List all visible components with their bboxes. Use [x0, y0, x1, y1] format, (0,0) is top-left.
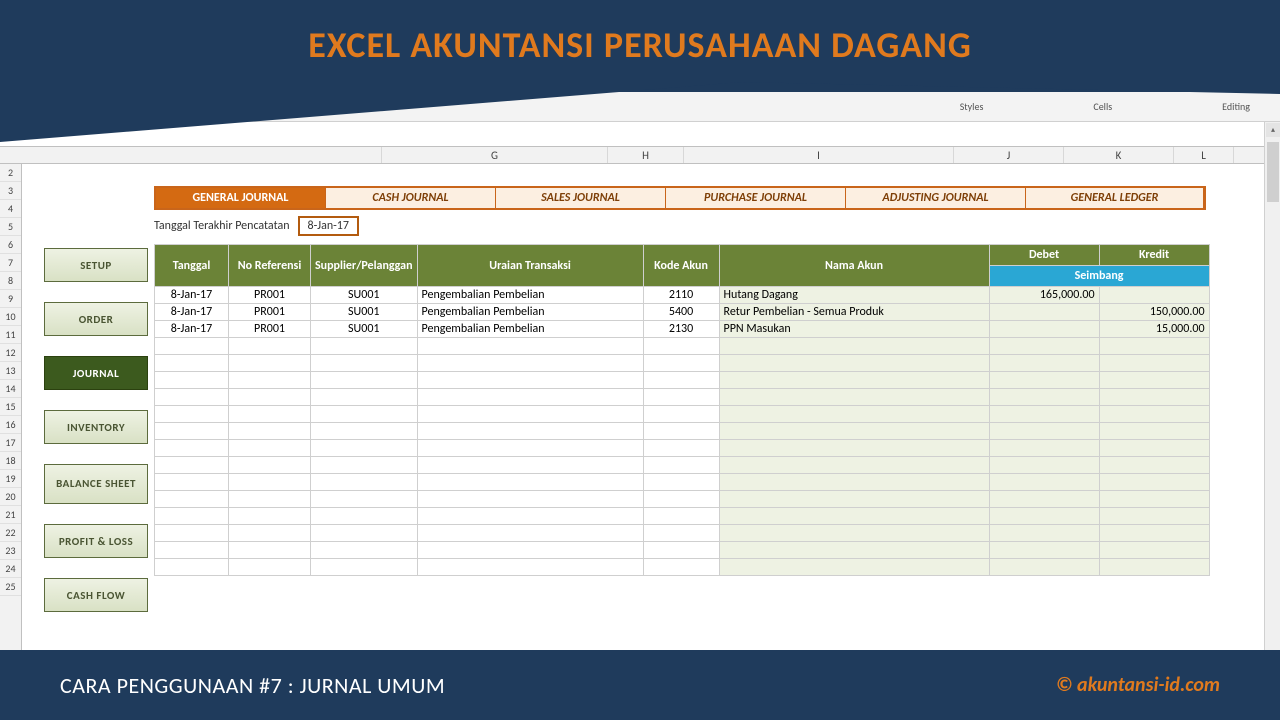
- table-row[interactable]: [155, 338, 1210, 355]
- tab-general-journal[interactable]: GENERAL JOURNAL: [156, 188, 326, 208]
- nav-balance-sheet-button[interactable]: BALANCE SHEET: [44, 464, 148, 504]
- general-journal-table[interactable]: TanggalNo ReferensiSupplier/PelangganUra…: [154, 244, 1210, 576]
- footer-bar: CARA PENGGUNAAN #7 : JURNAL UMUM © akunt…: [0, 650, 1280, 720]
- row-header[interactable]: 23: [0, 542, 21, 560]
- col-header[interactable]: J: [954, 147, 1064, 163]
- row-header[interactable]: 18: [0, 452, 21, 470]
- ribbon-group-label: Editing: [1222, 100, 1250, 113]
- col-header[interactable]: L: [1174, 147, 1234, 163]
- col-header[interactable]: G: [382, 147, 608, 163]
- row-header[interactable]: 6: [0, 236, 21, 254]
- page-title: EXCEL AKUNTANSI PERUSAHAAN DAGANG: [0, 0, 1280, 90]
- table-row[interactable]: [155, 440, 1210, 457]
- nav-inventory-button[interactable]: INVENTORY: [44, 410, 148, 444]
- last-date-label: Tanggal Terakhir Pencatatan: [154, 219, 290, 233]
- table-row[interactable]: [155, 355, 1210, 372]
- row-header[interactable]: 21: [0, 506, 21, 524]
- worksheet-area[interactable]: SETUP ORDER JOURNAL INVENTORY BALANCE SHEET P…: [22, 164, 1280, 650]
- row-header[interactable]: 25: [0, 578, 21, 596]
- tab-sales-journal[interactable]: SALES JOURNAL: [496, 188, 666, 208]
- table-row[interactable]: [155, 542, 1210, 559]
- nav-cash-flow-button[interactable]: CASH FLOW: [44, 578, 148, 612]
- row-header[interactable]: 17: [0, 434, 21, 452]
- table-row[interactable]: [155, 559, 1210, 576]
- footer-caption: CARA PENGGUNAAN #7 : JURNAL UMUM: [60, 672, 445, 699]
- row-header[interactable]: 3: [0, 182, 21, 200]
- nav-journal-button[interactable]: JOURNAL: [44, 356, 148, 390]
- row-header[interactable]: 9: [0, 290, 21, 308]
- table-row[interactable]: [155, 372, 1210, 389]
- excel-window: Styles Cells Editing G H I J K L 2345678…: [0, 92, 1280, 650]
- scroll-up-icon[interactable]: ▴: [1266, 123, 1280, 137]
- table-row[interactable]: [155, 491, 1210, 508]
- footer-credit: © akuntansi-id.com: [1056, 673, 1220, 697]
- tab-cash-journal[interactable]: CASH JOURNAL: [326, 188, 496, 208]
- table-row[interactable]: [155, 508, 1210, 525]
- table-row[interactable]: [155, 474, 1210, 491]
- column-headers-row[interactable]: G H I J K L: [0, 146, 1280, 164]
- table-row[interactable]: 8-Jan-17PR001SU001Pengembalian Pembelian…: [155, 304, 1210, 321]
- tab-purchase-journal[interactable]: PURCHASE JOURNAL: [666, 188, 846, 208]
- row-header[interactable]: 11: [0, 326, 21, 344]
- ribbon-group-label: Cells: [1093, 100, 1112, 113]
- table-row[interactable]: [155, 389, 1210, 406]
- journal-tab-strip: GENERAL JOURNALCASH JOURNALSALES JOURNAL…: [154, 186, 1206, 210]
- row-header[interactable]: 7: [0, 254, 21, 272]
- row-header[interactable]: 14: [0, 380, 21, 398]
- col-header[interactable]: K: [1064, 147, 1174, 163]
- last-record-date-row: Tanggal Terakhir Pencatatan 8-Jan-17: [154, 216, 359, 236]
- table-row[interactable]: [155, 525, 1210, 542]
- row-header[interactable]: 8: [0, 272, 21, 290]
- row-header[interactable]: 5: [0, 218, 21, 236]
- row-header[interactable]: 10: [0, 308, 21, 326]
- row-header[interactable]: 24: [0, 560, 21, 578]
- nav-profit-loss-button[interactable]: PROFIT & LOSS: [44, 524, 148, 558]
- table-row[interactable]: 8-Jan-17PR001SU001Pengembalian Pembelian…: [155, 321, 1210, 338]
- table-row[interactable]: [155, 406, 1210, 423]
- row-header[interactable]: 13: [0, 362, 21, 380]
- row-header[interactable]: 22: [0, 524, 21, 542]
- row-header[interactable]: 12: [0, 344, 21, 362]
- last-date-value[interactable]: 8-Jan-17: [298, 216, 359, 236]
- nav-setup-button[interactable]: SETUP: [44, 248, 148, 282]
- row-header[interactable]: 16: [0, 416, 21, 434]
- row-header[interactable]: 15: [0, 398, 21, 416]
- tab-general-ledger[interactable]: GENERAL LEDGER: [1026, 188, 1204, 208]
- table-row[interactable]: 8-Jan-17PR001SU001Pengembalian Pembelian…: [155, 287, 1210, 304]
- row-header[interactable]: 20: [0, 488, 21, 506]
- row-header[interactable]: 4: [0, 200, 21, 218]
- table-row[interactable]: [155, 423, 1210, 440]
- nav-order-button[interactable]: ORDER: [44, 302, 148, 336]
- ribbon-group-label: Styles: [960, 100, 984, 113]
- row-headers-col[interactable]: 2345678910111213141516171819202122232425: [0, 164, 22, 650]
- row-header[interactable]: 19: [0, 470, 21, 488]
- row-header[interactable]: 2: [0, 164, 21, 182]
- tab-adjusting-journal[interactable]: ADJUSTING JOURNAL: [846, 188, 1026, 208]
- table-row[interactable]: [155, 457, 1210, 474]
- col-header[interactable]: I: [684, 147, 954, 163]
- col-header[interactable]: H: [608, 147, 684, 163]
